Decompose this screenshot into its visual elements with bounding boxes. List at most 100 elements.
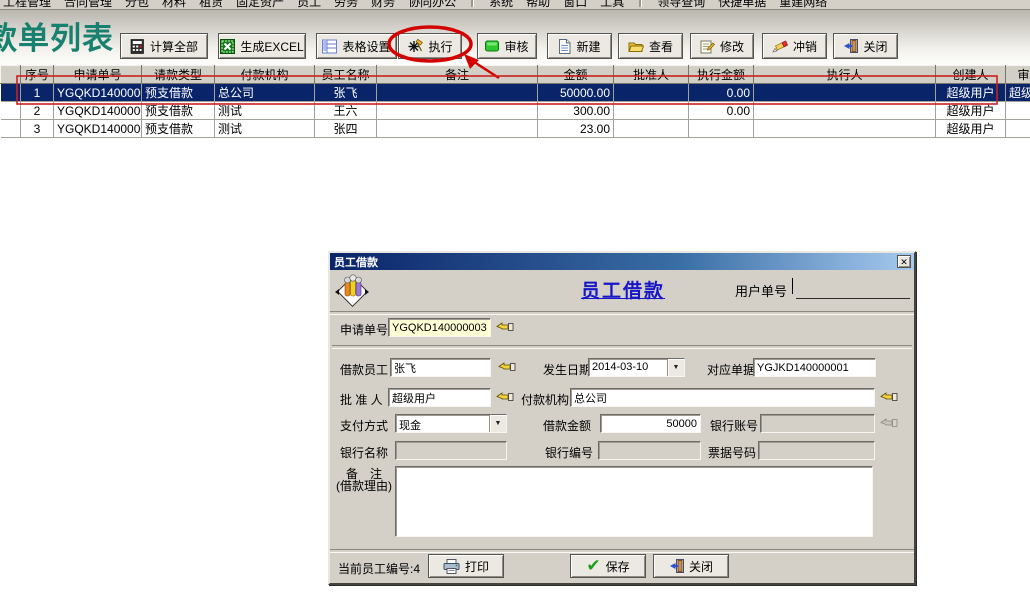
menu-item[interactable]: 工具 [600,0,624,10]
modify-button[interactable]: 修改 [690,33,754,59]
col-header[interactable]: 执行人 [754,66,936,84]
calc-all-button[interactable]: 计算全部 [120,33,208,59]
cell[interactable]: 超级用户 [936,102,1006,120]
cell[interactable]: 0.00 [689,84,754,102]
menu-item[interactable]: 系统 [489,0,513,10]
cell[interactable] [1006,120,1030,138]
cell[interactable]: 总公司 [215,84,315,102]
cell[interactable]: 张飞 [315,84,377,102]
remark-textarea[interactable] [395,466,873,537]
menu-item[interactable]: 租赁 [199,0,223,10]
cell[interactable]: 超级用户 [1006,84,1030,102]
row-selector[interactable] [1,102,21,120]
cell[interactable]: 2 [21,102,54,120]
apply-no-input[interactable] [388,318,491,337]
cell[interactable]: 预支借款 [142,120,215,138]
view-button[interactable]: 查看 [618,33,683,59]
menu-item[interactable]: 合同管理 [64,0,112,10]
col-header[interactable]: 序号 [21,66,54,84]
row-selector[interactable] [1,84,21,102]
col-header[interactable]: 员工名称 [315,66,377,84]
cell[interactable]: YGQKD140000003 [54,84,142,102]
approver-picker-hand-icon[interactable] [496,389,515,406]
cell[interactable] [614,84,689,102]
cell[interactable] [1006,102,1030,120]
dialog-close-icon[interactable]: ✕ [897,255,911,268]
cell[interactable]: 50000.00 [538,84,614,102]
approver-input[interactable] [388,388,491,407]
menu-item[interactable]: 领导查询 [657,0,705,10]
col-header[interactable]: 请款类型 [142,66,215,84]
audit-button[interactable]: 审核 [477,33,537,59]
menu-item[interactable]: 劳务 [334,0,358,10]
cell[interactable]: 超级用户 [936,84,1006,102]
writeoff-button[interactable]: 冲销 [762,33,827,59]
col-header[interactable]: 创建人 [936,66,1006,84]
close-button[interactable]: 关闭 [833,33,898,59]
cell[interactable]: 测试 [215,120,315,138]
pay-org-picker-hand-icon[interactable] [880,389,899,406]
cell[interactable]: YGQKD140000001 [54,120,142,138]
table-settings-button[interactable]: 表格设置 [316,33,397,59]
execute-button[interactable]: 执行 [398,33,462,59]
table-row[interactable]: 3 YGQKD140000001 预支借款 测试 张四 23.00 超级用户 [1,120,1030,138]
export-excel-button[interactable]: 生成EXCEL [218,33,306,59]
chevron-down-icon[interactable]: ▼ [667,359,684,376]
cell[interactable] [377,102,538,120]
cell[interactable]: 测试 [215,102,315,120]
menu-item[interactable]: 工程管理 [3,0,51,10]
dialog-close-button[interactable]: 关闭 [653,554,729,578]
amount-input[interactable] [600,414,701,433]
menu-item[interactable]: 材料 [162,0,186,10]
chevron-down-icon[interactable]: ▼ [489,415,506,432]
cell[interactable] [689,120,754,138]
cell[interactable]: 张四 [315,120,377,138]
menu-item[interactable]: 分包 [125,0,149,10]
cell[interactable] [377,84,538,102]
date-combobox[interactable]: 2014-03-10 ▼ [588,358,685,377]
cell[interactable]: YGQKD140000002 [54,102,142,120]
menu-item[interactable]: 帮助 [526,0,550,10]
cell[interactable] [754,102,936,120]
menu-item[interactable]: 重建网络 [779,0,827,10]
row-selector[interactable] [1,120,21,138]
cell[interactable]: 0.00 [689,102,754,120]
col-header[interactable]: 付款机构 [215,66,315,84]
pay-method-combobox[interactable]: 现金 ▼ [395,414,507,433]
col-header[interactable]: 执行金额 [689,66,754,84]
cell[interactable] [377,120,538,138]
table-row-selected[interactable]: 1 YGQKD140000003 预支借款 总公司 张飞 50000.00 0.… [1,84,1030,102]
print-button[interactable]: 打印 [428,554,504,578]
new-button[interactable]: 新建 [547,33,612,59]
pay-org-input[interactable] [570,388,875,407]
cell[interactable]: 300.00 [538,102,614,120]
menu-item[interactable]: 窗口 [563,0,587,10]
cell[interactable]: 王六 [315,102,377,120]
save-button[interactable]: ✔ 保存 [570,554,646,578]
dialog-titlebar[interactable]: 员工借款 [330,253,914,270]
cell[interactable]: 预支借款 [142,84,215,102]
cell[interactable] [754,120,936,138]
borrower-input[interactable] [390,358,491,377]
cell[interactable] [614,120,689,138]
cell[interactable] [614,102,689,120]
menu-item[interactable]: 固定资产 [236,0,284,10]
col-header[interactable]: 备注 [377,66,538,84]
col-header[interactable]: 批准人 [614,66,689,84]
col-header[interactable]: 申请单号 [54,66,142,84]
ref-no-input[interactable] [753,358,876,377]
col-header[interactable]: 金额 [538,66,614,84]
table-row[interactable]: 2 YGQKD140000002 预支借款 测试 王六 300.00 0.00 … [1,102,1030,120]
menu-item[interactable]: 快捷单据 [718,0,766,10]
menu-item[interactable]: 员工 [297,0,321,10]
cell[interactable]: 1 [21,84,54,102]
menu-item[interactable]: 协同办公 [408,0,456,10]
user-no-input[interactable] [796,298,910,299]
cell[interactable]: 超级用户 [936,120,1006,138]
cell[interactable]: 预支借款 [142,102,215,120]
cell[interactable] [754,84,936,102]
menu-item[interactable]: 财务 [371,0,395,10]
cell[interactable]: 3 [21,120,54,138]
cell[interactable]: 23.00 [538,120,614,138]
col-header[interactable]: 审核人 [1006,66,1030,84]
